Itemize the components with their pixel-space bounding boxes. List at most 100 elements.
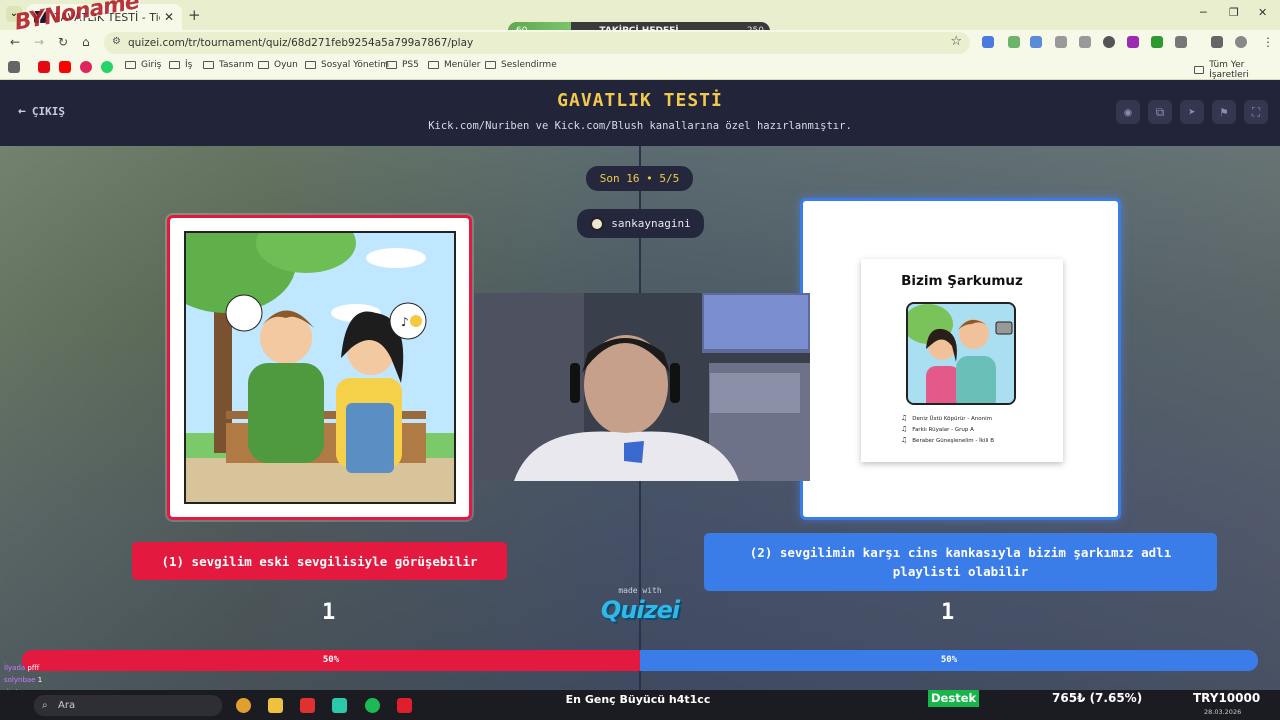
- playlist-track: Deniz Üstü Köpürür - Anonim: [901, 413, 994, 424]
- profile-avatar-icon[interactable]: [1235, 36, 1247, 48]
- bookmark-label: Seslendirme: [501, 60, 557, 70]
- share-icon[interactable]: ⧉: [1148, 100, 1172, 124]
- svg-text:♪: ♪: [401, 315, 409, 329]
- file-explorer-icon[interactable]: [268, 698, 283, 713]
- option-image-playlist: Bizim Şarkumuz Deniz Üstü Köpürür - Anon…: [861, 259, 1063, 462]
- quiz-subtitle: Kick.com/Nuriben ve Kick.com/Blush kanal…: [428, 120, 852, 132]
- browser-tabbar: ⌄ GAVATLIK TESTİ - Tier List, Kör S ✕ + …: [0, 0, 1280, 40]
- address-bar[interactable]: ⚙ quizei.com/tr/tournament/quiz/68d271fe…: [104, 32, 970, 54]
- twitch-extension-icon[interactable]: [1127, 36, 1139, 48]
- creator-name: sankaynagini: [611, 217, 691, 230]
- search-icon: ⌕: [42, 700, 48, 711]
- folder-icon: [169, 61, 180, 69]
- creator-badge[interactable]: sankaynagini: [577, 209, 704, 238]
- bookmarks-bar: Giriş İş Tasarım Oyun Sosyal Yönetim PS5…: [0, 56, 1280, 80]
- site-info-icon[interactable]: ⚙: [112, 36, 121, 47]
- download-icon[interactable]: [1151, 36, 1163, 48]
- eye-icon[interactable]: ◉: [1116, 100, 1140, 124]
- taskbar-date: 28.03.2026: [1204, 708, 1242, 716]
- donate-progress: 765₺ (7.65%): [1052, 691, 1143, 705]
- option-image-couple-bench: ♪: [184, 231, 456, 504]
- back-arrow-icon[interactable]: ←: [10, 35, 20, 49]
- minimize-button[interactable]: ─: [1200, 6, 1207, 19]
- quiz-title: GAVATLIK TESTİ: [557, 90, 723, 111]
- donate-goal: TRY10000: [1193, 691, 1261, 705]
- app-icon[interactable]: [397, 698, 412, 713]
- reading-list-icon[interactable]: [1211, 36, 1223, 48]
- bookmark-folder-is[interactable]: İş: [169, 60, 192, 70]
- bookmark-app-icon[interactable]: [80, 61, 92, 73]
- quiz-header: ← ÇIKIŞ GAVATLIK TESTİ Kick.com/Nuriben …: [0, 80, 1280, 146]
- forward-arrow-icon[interactable]: →: [34, 35, 44, 49]
- folder-icon: [125, 61, 136, 69]
- extension-icon[interactable]: [1008, 36, 1020, 48]
- fullscreen-icon[interactable]: ⛶: [1244, 100, 1268, 124]
- youtube-icon[interactable]: [59, 61, 71, 73]
- new-tab-button[interactable]: +: [188, 6, 201, 24]
- folder-icon: [1194, 66, 1205, 74]
- playlist-tracks: Deniz Üstü Köpürür - Anonim Farklı Rüyal…: [901, 413, 994, 446]
- taskbar-search[interactable]: ⌕ Ara: [34, 695, 222, 716]
- playlist-track: Beraber Güneşlenelim - İkili B: [901, 435, 994, 446]
- bookmark-folder-giris[interactable]: Giriş: [125, 60, 161, 70]
- whatsapp-icon[interactable]: [101, 61, 113, 73]
- bookmark-label: Oyun: [274, 60, 298, 70]
- browser-toolbar: ← → ↻ ⌂ ⚙ quizei.com/tr/tournament/quiz/…: [0, 30, 1280, 56]
- chat-message: solynbae 1: [4, 674, 42, 686]
- chrome-icon[interactable]: [236, 698, 251, 713]
- spotify-icon[interactable]: [365, 698, 380, 713]
- stream-ticker: En Genç Büyücü h4t1cc: [565, 693, 711, 706]
- apps-grid-icon[interactable]: [8, 61, 20, 73]
- bookmark-label: Sosyal Yönetim: [321, 60, 389, 70]
- audio-extension-icon[interactable]: [1030, 36, 1042, 48]
- made-with-label: made with: [618, 586, 662, 595]
- chat-text: 1: [37, 676, 43, 684]
- score-left: 1: [322, 600, 336, 625]
- app-icon[interactable]: [332, 698, 347, 713]
- app-icon[interactable]: [300, 698, 315, 713]
- media-extension-icon[interactable]: [1103, 36, 1115, 48]
- streamer-webcam: [474, 293, 810, 481]
- donate-label: Destek: [928, 690, 980, 707]
- chat-text: pfff: [27, 664, 40, 672]
- restore-button[interactable]: ❐: [1229, 6, 1239, 19]
- bookmark-label: Tüm Yer İşaretleri: [1209, 60, 1249, 80]
- option-card-right[interactable]: Bizim Şarkumuz Deniz Üstü Köpürür - Anon…: [800, 198, 1121, 520]
- bookmark-folder-sosyal[interactable]: Sosyal Yönetim: [305, 60, 389, 70]
- bookmark-folder-oyun[interactable]: Oyun: [258, 60, 298, 70]
- send-icon[interactable]: ➤: [1180, 100, 1204, 124]
- option-label-right[interactable]: (2) sevgilimin karşı cins kankasıyla biz…: [704, 533, 1217, 591]
- quizei-logo[interactable]: Quizei: [590, 596, 690, 624]
- screenshot-extension-icon[interactable]: [1079, 36, 1091, 48]
- chat-user: İlyada: [4, 664, 26, 672]
- close-window-button[interactable]: ✕: [1258, 6, 1267, 19]
- bookmark-label: Giriş: [141, 60, 162, 70]
- menu-kebab-icon[interactable]: ⋮: [1262, 35, 1274, 49]
- home-icon[interactable]: ⌂: [82, 35, 90, 49]
- cast-extension-icon[interactable]: [1055, 36, 1067, 48]
- playlist-title: Bizim Şarkumuz: [901, 273, 1023, 289]
- option-card-left[interactable]: ♪: [167, 215, 472, 520]
- bookmark-folder-seslendirme[interactable]: Seslendirme: [485, 60, 557, 70]
- bookmark-folder-menuler[interactable]: Menüler: [428, 60, 480, 70]
- option-label-left[interactable]: (1) sevgilim eski sevgilisiyle görüşebil…: [132, 542, 507, 580]
- address-url: quizei.com/tr/tournament/quiz/68d271feb9…: [128, 37, 474, 49]
- flag-icon[interactable]: ⚑: [1212, 100, 1236, 124]
- vote-bar-right: 50%: [640, 650, 1258, 671]
- bookmark-label: PS5: [402, 60, 419, 70]
- bookmark-folder-ps5[interactable]: PS5: [386, 60, 419, 70]
- translate-extension-icon[interactable]: [982, 36, 994, 48]
- creator-avatar: [590, 216, 605, 231]
- folder-icon: [203, 61, 214, 69]
- netflix-icon[interactable]: [38, 61, 50, 73]
- score-right: 1: [941, 600, 955, 625]
- bookmark-label: İş: [185, 60, 193, 70]
- reload-icon[interactable]: ↻: [58, 35, 68, 49]
- extensions-puzzle-icon[interactable]: [1175, 36, 1187, 48]
- bookmark-label: Menüler: [444, 60, 481, 70]
- all-bookmarks-folder[interactable]: Tüm Yer İşaretleri: [1194, 60, 1280, 80]
- round-indicator: Son 16 • 5/5: [586, 166, 693, 191]
- bookmark-folder-tasarim[interactable]: Tasarım: [203, 60, 254, 70]
- close-icon[interactable]: ✕: [164, 10, 174, 24]
- bookmark-star-icon[interactable]: ☆: [950, 34, 962, 49]
